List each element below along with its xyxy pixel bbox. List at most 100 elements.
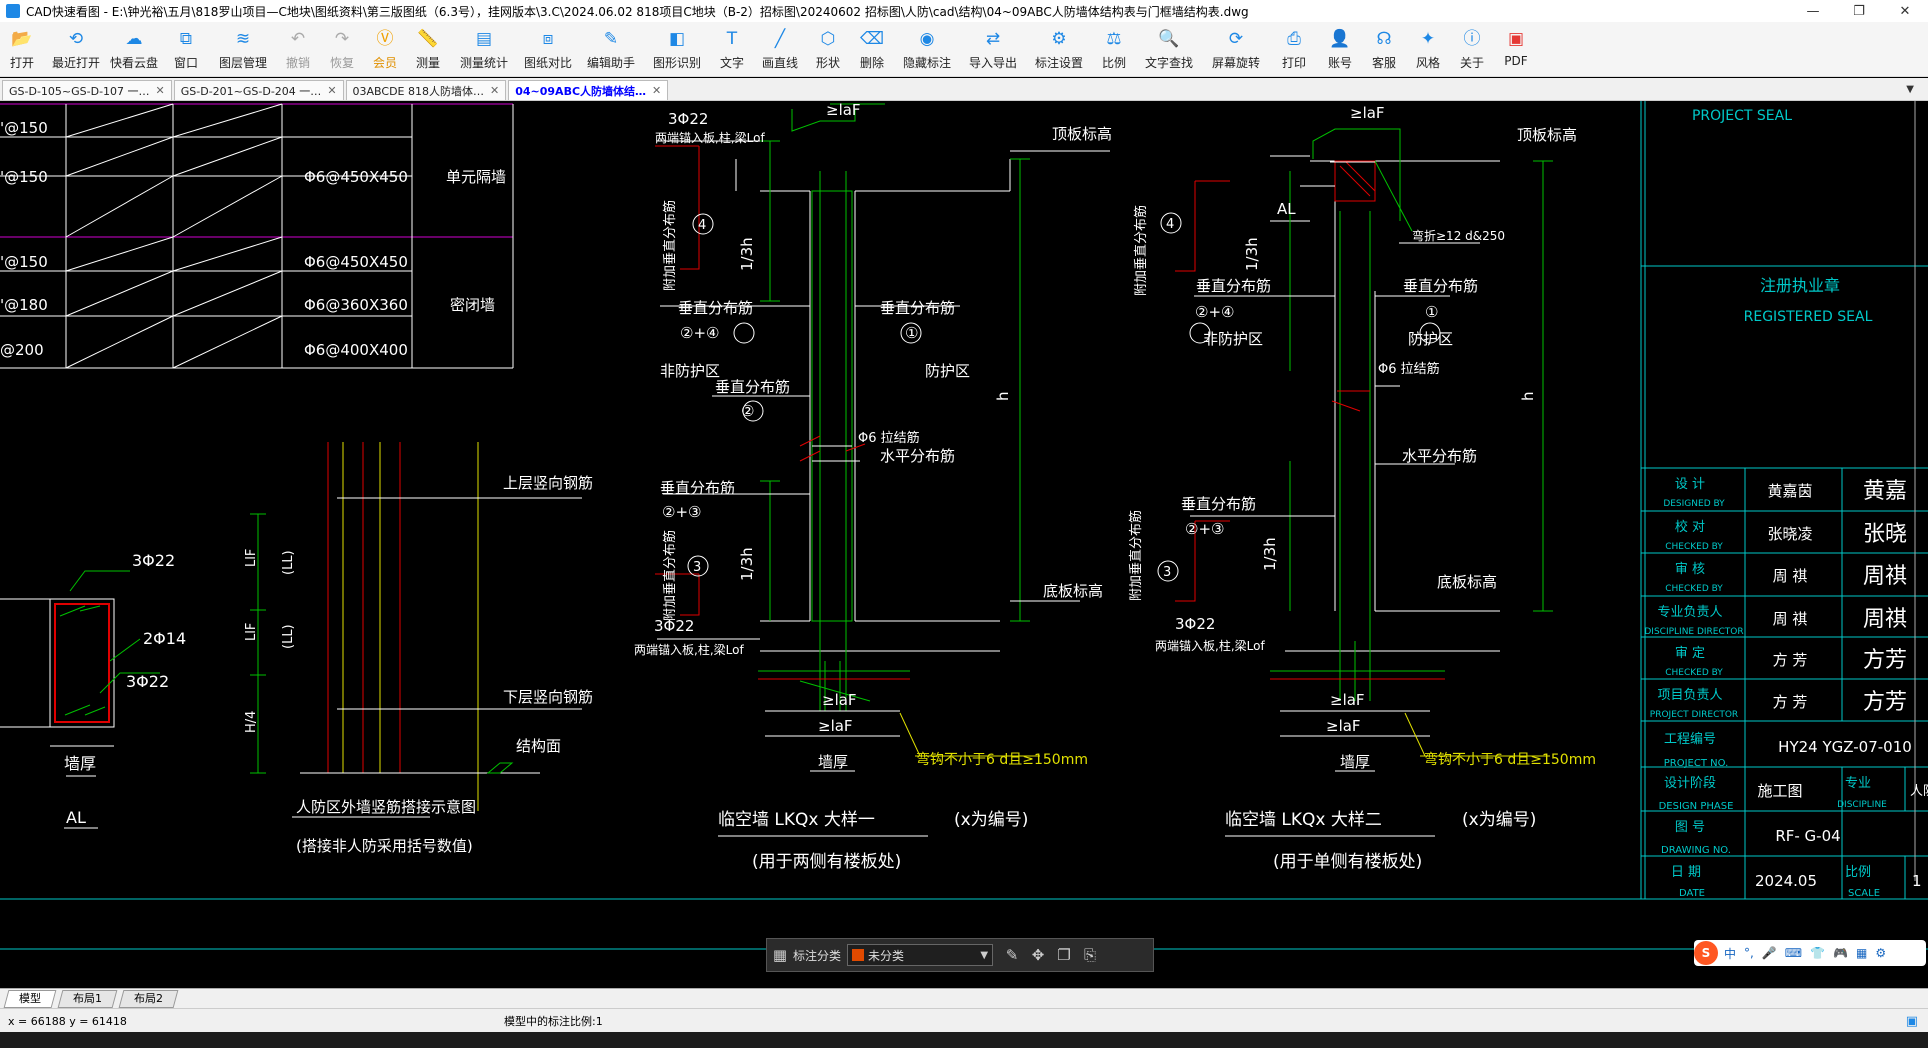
document-tab[interactable]: GS-D-201~GS-D-204 一… ✕ (173, 80, 344, 100)
table-cell: '@150 (0, 253, 48, 271)
tb-role-en: CHECKED BY (1665, 584, 1723, 594)
restore-button[interactable]: ❐ (1836, 4, 1882, 19)
lap-dim: (LL) (281, 550, 296, 575)
toolbar-ruler-button[interactable]: 📏 测量 (408, 22, 448, 70)
d1-title-note: (x为编号) (954, 810, 1028, 830)
annotation-category-select[interactable]: 未分类 ▼ (847, 944, 994, 966)
al-section (0, 570, 160, 829)
toolbar-text-search-button[interactable]: 🔍 文字查找 (1138, 22, 1200, 70)
toolbar-headset-button[interactable]: ☊ 客服 (1364, 22, 1404, 70)
toolbar-eraser-button[interactable]: ⌫ 删除 (852, 22, 892, 70)
d1-vd3: 垂直分布筋 (715, 378, 790, 396)
ime-mic-icon[interactable]: 🎤 (1762, 946, 1777, 960)
toolbar-label: 会员 (372, 56, 397, 70)
document-tab[interactable]: GS-D-105~GS-D-107 一… ✕ (2, 80, 172, 100)
document-tab[interactable]: 04~09ABC人防墙体结… ✕ (508, 80, 669, 100)
drawing-canvas[interactable]: '@150 '@150 Φ6@450X450 单元隔墙 '@150 Φ6@450… (0, 101, 1928, 988)
close-tab-icon[interactable]: ✕ (490, 84, 499, 97)
al-bar-label: 3Φ22 (126, 672, 169, 691)
ime-settings-icon[interactable]: ⚙ (1875, 946, 1886, 960)
d1-bot-note: 两端锚入板,柱,梁Lof (634, 642, 744, 657)
toolbar-label: 删除 (859, 56, 884, 70)
close-tab-icon[interactable]: ✕ (327, 84, 336, 97)
toolbar-window-button[interactable]: ⧉ 窗口 (164, 22, 208, 70)
close-tab-icon[interactable]: ✕ (156, 84, 165, 97)
tb-person-name: 张晓凌 (1767, 525, 1812, 543)
tabs-dropdown-icon[interactable]: ▼ (1906, 84, 1914, 95)
toolbar-import-export-button[interactable]: ⇄ 导入导出 (962, 22, 1024, 70)
table-cell: '@180 (0, 296, 48, 314)
paste-icon[interactable]: ⎘ (1077, 946, 1103, 964)
ime-punct-icon[interactable]: °, (1744, 946, 1754, 960)
category-swatch (852, 949, 865, 961)
toolbar-cloud-button[interactable]: ☁ 快看云盘 (108, 22, 160, 70)
d2-vd3: 垂直分布筋 (1181, 495, 1256, 513)
toolbar-printer-button[interactable]: ⎙ 打印 (1272, 22, 1316, 70)
text-icon: T (726, 29, 738, 49)
grid-icon[interactable]: ▦ (767, 946, 793, 964)
toolbar-scale-button[interactable]: ⚖ 比例 (1094, 22, 1134, 70)
toolbar-shape-button[interactable]: ⬡ 形状 (808, 22, 848, 70)
toolbar-pdf-button[interactable]: ▣ PDF (1496, 22, 1536, 70)
toolbar-label: 编辑助手 (586, 56, 635, 70)
move-icon[interactable]: ✥ (1025, 946, 1051, 964)
toolbar-rotate-screen-button[interactable]: ⟳ 屏幕旋转 (1204, 22, 1268, 70)
toolbar-eye-hide-button[interactable]: ◉ 隐藏标注 (896, 22, 958, 70)
annotation-category-label: 标注分类 (793, 948, 842, 963)
ruler-icon: 📏 (417, 29, 439, 49)
status-tray-icon[interactable]: ▣ (1906, 1014, 1918, 1029)
toolbar-measure-stats-button[interactable]: ▤ 测量统计 (452, 22, 516, 70)
ime-mode[interactable]: 中 (1724, 945, 1736, 962)
minimize-button[interactable]: — (1790, 4, 1836, 19)
toolbar-vip-button[interactable]: Ⓥ 会员 (366, 22, 404, 70)
edit-icon[interactable]: ✎ (999, 946, 1025, 964)
tb-label-cn: 比例 (1845, 865, 1871, 880)
toolbar-style-button[interactable]: ✦ 风格 (1408, 22, 1448, 70)
folder-icon: 📂 (11, 29, 33, 49)
toolbar-edit-assistant-button[interactable]: ✎ 编辑助手 (580, 22, 642, 70)
toolbar-folder-button[interactable]: 📂 打开 (0, 22, 44, 70)
ime-skin-icon[interactable]: 👕 (1810, 946, 1825, 960)
tb-discipline: 人防 (1910, 783, 1928, 799)
d2-subtitle: (用于单侧有楼板处) (1273, 852, 1422, 872)
toolbar-user-button[interactable]: 👤 账号 (1320, 22, 1360, 70)
d2-n4: 4 (1166, 217, 1174, 232)
d1-horiz: 水平分布筋 (880, 447, 955, 465)
document-tab[interactable]: 03ABCDE 818人防墙体… ✕ (345, 80, 507, 100)
close-button[interactable]: ✕ (1882, 4, 1928, 19)
cursor-coordinates: x = 66188 y = 61418 (8, 1014, 127, 1028)
style-icon: ✦ (1420, 29, 1436, 49)
d2-horiz: 水平分布筋 (1402, 447, 1477, 465)
ime-game-icon[interactable]: 🎮 (1833, 946, 1848, 960)
d1-n4: 4 (698, 218, 706, 233)
close-tab-icon[interactable]: ✕ (652, 84, 661, 97)
tb-signature: 张晓 (1863, 522, 1907, 547)
toolbar-redo-button[interactable]: ↷ 恢复 (322, 22, 362, 70)
tab-model[interactable]: 模型 (3, 990, 57, 1008)
toolbar-compare-button[interactable]: ⧈ 图纸对比 (520, 22, 576, 70)
toolbar-shape-recognize-button[interactable]: ◧ 图形识别 (646, 22, 708, 70)
annotation-settings-icon: ⚙ (1051, 29, 1067, 49)
toolbar-label: 导入导出 (968, 56, 1017, 70)
toolbar-undo-button[interactable]: ↶ 撤销 (278, 22, 318, 70)
tab-layout2[interactable]: 布局2 (118, 990, 179, 1008)
toolbar-line-button[interactable]: ╱ 画直线 (756, 22, 804, 70)
table-cell: Φ6@360X360 (304, 296, 408, 314)
toolbar-annotation-settings-button[interactable]: ⚙ 标注设置 (1028, 22, 1090, 70)
tab-layout1[interactable]: 布局1 (57, 990, 118, 1008)
pdf-icon: ▣ (1507, 29, 1525, 49)
toolbar-info-button[interactable]: ⓘ 关于 (1452, 22, 1492, 70)
toolbar-clock-button[interactable]: ⟲ 最近打开 (48, 22, 104, 70)
tb-person-name: 黄嘉茵 (1767, 482, 1812, 500)
layout-tabs: 模型 布局1 布局2 (0, 988, 1928, 1009)
ime-grid-icon[interactable]: ▦ (1856, 946, 1867, 960)
toolbar-layers-button[interactable]: ≋ 图层管理 (212, 22, 274, 70)
toolbar-label: 图形识别 (652, 56, 701, 70)
toolbar-text-button[interactable]: T 文字 (712, 22, 752, 70)
lap-subtitle: (搭接非人防采用括号数值) (296, 837, 473, 855)
ime-toolbar[interactable]: S 中 °, 🎤 ⌨ 👕 🎮 ▦ ⚙ (1694, 940, 1926, 966)
ime-keyboard-icon[interactable]: ⌨ (1785, 946, 1802, 960)
toolbar-label: 图纸对比 (523, 56, 572, 70)
d1-vd3n: ② (741, 402, 754, 420)
copy-icon[interactable]: ❐ (1051, 946, 1077, 964)
